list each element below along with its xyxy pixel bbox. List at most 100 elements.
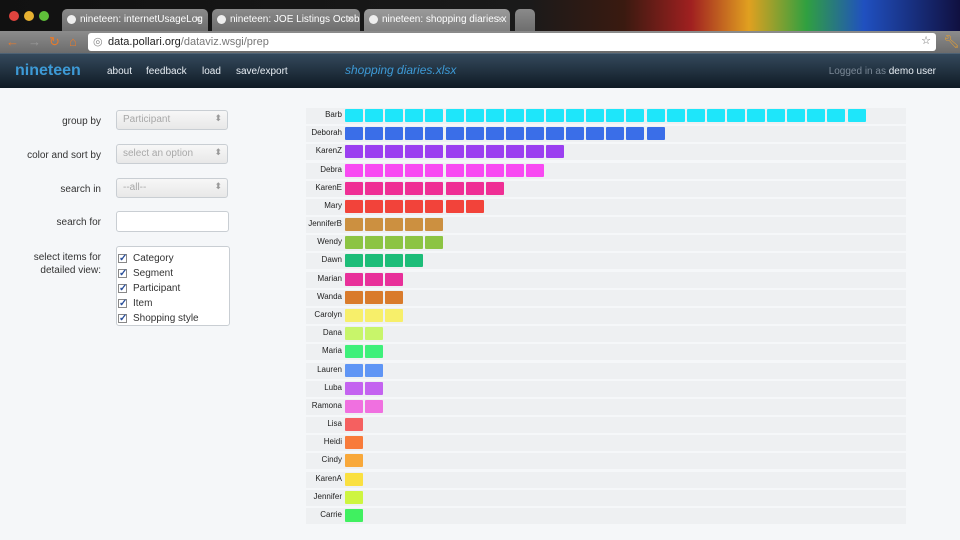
bar-block[interactable] xyxy=(385,109,404,122)
checkbox-checked-icon[interactable]: ✓ xyxy=(118,299,127,309)
bar-block[interactable] xyxy=(345,236,363,250)
bar-block[interactable] xyxy=(365,199,384,213)
bar-block[interactable] xyxy=(365,345,384,359)
bar-block[interactable] xyxy=(345,290,363,304)
bar-block[interactable] xyxy=(546,127,564,141)
bar-block[interactable] xyxy=(525,109,544,122)
checkbox-segment[interactable]: ✓ Segment xyxy=(118,266,229,281)
chart-row[interactable]: Carolyn xyxy=(306,307,906,324)
bar-block[interactable] xyxy=(345,327,363,341)
bar-block[interactable] xyxy=(445,127,464,141)
new-tab-button[interactable] xyxy=(515,9,535,31)
bar-block[interactable] xyxy=(686,109,705,122)
bar-block[interactable] xyxy=(365,181,384,195)
bar-block[interactable] xyxy=(345,254,363,268)
bar-block[interactable] xyxy=(787,109,806,122)
bar-block[interactable] xyxy=(425,181,444,195)
bar-block[interactable] xyxy=(566,127,585,141)
bar-block[interactable] xyxy=(405,236,424,250)
bar-block[interactable] xyxy=(345,345,363,359)
bar-block[interactable] xyxy=(365,109,384,122)
username[interactable]: demo user xyxy=(889,66,936,77)
bar-block[interactable] xyxy=(385,218,404,232)
bar-block[interactable] xyxy=(345,363,363,377)
browser-tab-3[interactable]: nineteen: shopping diaries.x ✕ xyxy=(364,9,510,31)
bar-block[interactable] xyxy=(505,145,524,159)
checkbox-checked-icon[interactable]: ✓ xyxy=(118,254,127,264)
bar-block[interactable] xyxy=(365,363,384,377)
nav-save-export[interactable]: save/export xyxy=(236,66,288,77)
bar-block[interactable] xyxy=(646,127,665,141)
checkbox-checked-icon[interactable]: ✓ xyxy=(118,269,127,279)
brand-logo[interactable]: nineteen xyxy=(15,62,81,80)
bar-block[interactable] xyxy=(767,109,786,122)
bar-block[interactable] xyxy=(546,145,564,159)
bar-block[interactable] xyxy=(465,145,484,159)
bar-block[interactable] xyxy=(525,127,544,141)
bar-block[interactable] xyxy=(365,399,384,413)
bar-block[interactable] xyxy=(505,163,524,177)
chart-row[interactable]: Heidi xyxy=(306,435,906,452)
chart-row[interactable]: Marian xyxy=(306,271,906,288)
wrench-icon[interactable]: 🔧︎ xyxy=(943,34,960,50)
bar-block[interactable] xyxy=(385,199,404,213)
bar-block[interactable] xyxy=(405,218,424,232)
bar-block[interactable] xyxy=(445,163,464,177)
close-tab-icon[interactable]: ✕ xyxy=(496,14,504,25)
bar-block[interactable] xyxy=(345,490,363,504)
bar-block[interactable] xyxy=(345,436,363,450)
bar-block[interactable] xyxy=(827,109,846,122)
bar-block[interactable] xyxy=(365,290,384,304)
bar-block[interactable] xyxy=(385,181,404,195)
bar-block[interactable] xyxy=(405,199,424,213)
bar-block[interactable] xyxy=(405,181,424,195)
checkbox-checked-icon[interactable]: ✓ xyxy=(118,314,127,324)
bar-block[interactable] xyxy=(365,381,384,395)
reload-icon[interactable]: ↻ xyxy=(49,34,60,50)
bar-block[interactable] xyxy=(606,109,625,122)
bar-block[interactable] xyxy=(425,236,444,250)
bar-block[interactable] xyxy=(666,109,685,122)
chart-row[interactable]: Deborah xyxy=(306,126,906,143)
chart-row[interactable]: Mary xyxy=(306,198,906,215)
chart-row[interactable]: Lisa xyxy=(306,417,906,434)
bar-block[interactable] xyxy=(345,508,363,522)
close-tab-icon[interactable]: ✕ xyxy=(346,14,354,25)
bar-block[interactable] xyxy=(485,163,504,177)
bar-block[interactable] xyxy=(505,109,524,122)
browser-tab-2[interactable]: nineteen: JOE Listings Octob ✕ xyxy=(212,9,360,31)
bar-block[interactable] xyxy=(345,145,363,159)
chart-row[interactable]: Ramona xyxy=(306,398,906,415)
chart-row[interactable]: KarenA xyxy=(306,471,906,488)
bar-block[interactable] xyxy=(706,109,725,122)
bar-block[interactable] xyxy=(465,127,484,141)
close-tab-icon[interactable]: ✕ xyxy=(194,14,202,25)
bar-block[interactable] xyxy=(525,145,544,159)
nav-feedback[interactable]: feedback xyxy=(146,66,187,77)
bar-block[interactable] xyxy=(606,127,625,141)
bar-block[interactable] xyxy=(425,163,444,177)
bar-block[interactable] xyxy=(385,272,404,286)
bar-block[interactable] xyxy=(425,218,444,232)
bar-block[interactable] xyxy=(586,109,605,122)
bar-block[interactable] xyxy=(465,199,484,213)
maximize-window-button[interactable] xyxy=(39,11,49,21)
search-for-input[interactable] xyxy=(116,211,229,232)
chart-row[interactable]: KarenE xyxy=(306,180,906,197)
nav-about[interactable]: about xyxy=(107,66,132,77)
bar-block[interactable] xyxy=(365,145,384,159)
bar-block[interactable] xyxy=(445,145,464,159)
back-icon[interactable]: ← xyxy=(6,34,19,49)
bar-block[interactable] xyxy=(425,145,444,159)
bar-block[interactable] xyxy=(445,109,464,122)
chart-row[interactable]: Dana xyxy=(306,326,906,343)
bar-block[interactable] xyxy=(525,163,544,177)
bar-block[interactable] xyxy=(345,418,363,432)
bar-block[interactable] xyxy=(345,127,363,141)
bar-block[interactable] xyxy=(345,399,363,413)
bar-block[interactable] xyxy=(345,199,363,213)
bar-block[interactable] xyxy=(485,145,504,159)
browser-tab-1[interactable]: nineteen: internetUsageLog ✕ xyxy=(62,9,208,31)
nav-load[interactable]: load xyxy=(202,66,221,77)
bar-block[interactable] xyxy=(465,163,484,177)
